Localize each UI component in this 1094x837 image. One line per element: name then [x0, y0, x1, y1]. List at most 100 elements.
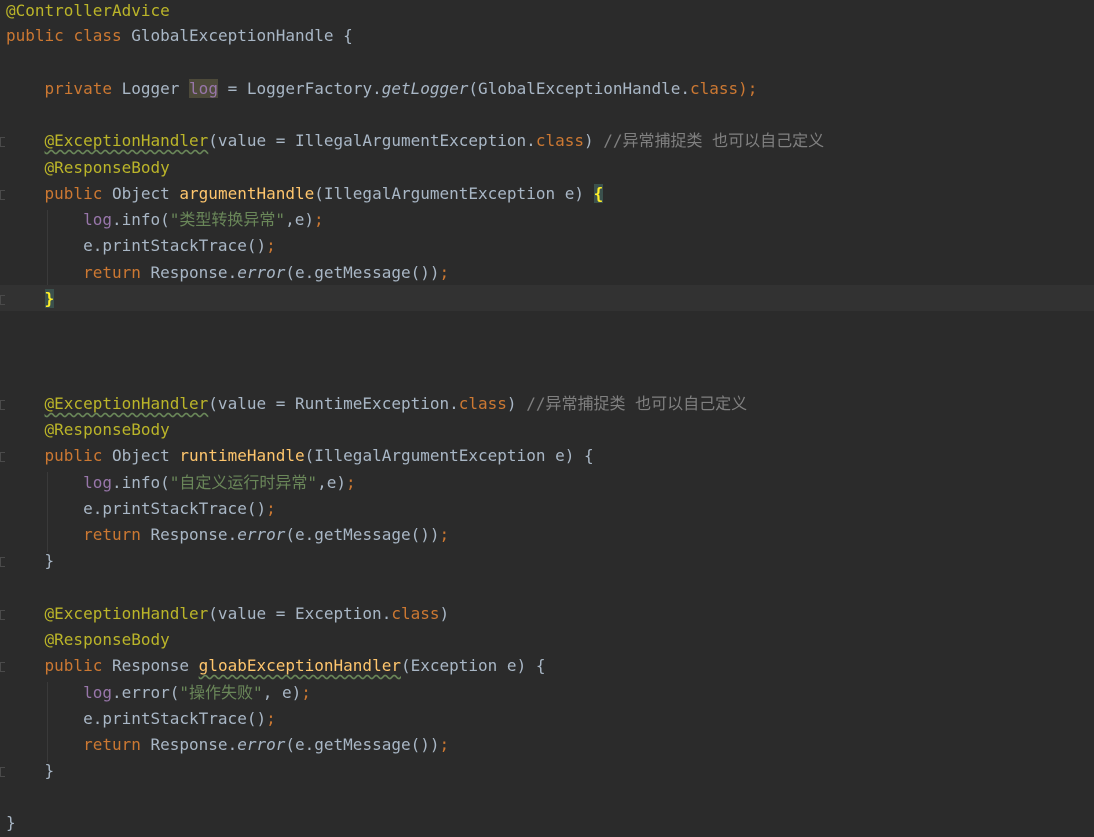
code-comment: //异常捕捉类 也可以自己定义 — [603, 131, 825, 150]
print-stack-call: e.printStackTrace — [83, 709, 247, 728]
code-line[interactable]: @ResponseBody — [6, 627, 170, 653]
response-class: Response. — [150, 263, 238, 282]
response-body-annotation: @ResponseBody — [44, 158, 170, 177]
fold-marker-icon[interactable] — [0, 137, 5, 147]
string-literal: "操作失败" — [179, 683, 263, 702]
code-line[interactable]: e.printStackTrace(); — [6, 233, 276, 259]
error-call: error — [237, 525, 286, 544]
method-arg: (GlobalExceptionHandle. — [468, 79, 690, 98]
error-arg: (e.getMessage()) — [285, 525, 440, 544]
exception-handler-annotation: @ExceptionHandler — [44, 604, 209, 623]
method-params: (IllegalArgumentException e) — [304, 446, 584, 465]
response-class: Response. — [150, 525, 238, 544]
code-line[interactable]: return Response.error(e.getMessage()); — [6, 260, 449, 286]
code-line[interactable]: } — [6, 286, 55, 312]
exception-handler-annotation: @ExceptionHandler — [44, 131, 209, 150]
print-stack-call: e.printStackTrace — [83, 236, 247, 255]
keyword-class: class — [391, 604, 440, 623]
code-editor[interactable]: @ControllerAdvice public class GlobalExc… — [0, 0, 1094, 837]
code-line[interactable]: e.printStackTrace(); — [6, 706, 276, 732]
fold-marker-icon[interactable] — [0, 610, 5, 620]
class-annotation: @ControllerAdvice — [6, 1, 170, 20]
response-class: Response. — [150, 735, 238, 754]
class-open-brace: { — [333, 26, 353, 45]
method-name: argumentHandle — [179, 184, 315, 203]
brace-close: } — [44, 761, 55, 780]
code-line[interactable]: } — [6, 758, 55, 784]
error-arg: (e.getMessage()) — [285, 735, 440, 754]
code-line[interactable]: e.printStackTrace(); — [6, 496, 276, 522]
code-line[interactable]: @ResponseBody — [6, 417, 170, 443]
code-line[interactable]: } — [6, 548, 55, 574]
annotation-args: (value = RuntimeException. — [208, 394, 459, 413]
error-call: error — [237, 263, 286, 282]
keyword-class: class — [535, 131, 584, 150]
keyword-public: public — [44, 446, 103, 465]
fold-marker-icon[interactable] — [0, 400, 5, 410]
log-args: ,e — [285, 210, 305, 229]
field-type: Logger — [121, 79, 180, 98]
fold-marker-icon[interactable] — [0, 190, 5, 200]
fold-marker-icon[interactable] — [0, 452, 5, 462]
brace-close: } — [44, 551, 55, 570]
print-stack-call: e.printStackTrace — [83, 499, 247, 518]
code-line[interactable]: @ExceptionHandler(value = RuntimeExcepti… — [6, 391, 748, 417]
response-body-annotation: @ResponseBody — [44, 630, 170, 649]
current-line-highlight — [0, 285, 1094, 311]
fold-marker-icon[interactable] — [0, 662, 5, 672]
return-type: Object — [111, 184, 170, 203]
keyword-class: class — [458, 394, 507, 413]
keyword-public: public — [44, 184, 103, 203]
keyword-return: return — [83, 525, 141, 544]
return-type: Object — [111, 446, 170, 465]
brace-open: { — [535, 656, 546, 675]
log-method: info — [121, 473, 161, 492]
method-params: (Exception e) — [400, 656, 536, 675]
method-call-getlogger: getLogger — [381, 79, 469, 98]
fold-marker-icon[interactable] — [0, 767, 5, 777]
statement-end: ); — [738, 79, 758, 98]
code-line[interactable]: @ExceptionHandler(value = Exception.clas… — [6, 601, 450, 627]
string-literal: "类型转换异常" — [169, 210, 286, 229]
log-args: , e — [262, 683, 292, 702]
keyword-return: return — [83, 263, 141, 282]
code-comment: //异常捕捉类 也可以自己定义 — [526, 394, 748, 413]
code-line[interactable]: public class GlobalExceptionHandle { — [6, 23, 353, 49]
keyword-class: class — [73, 26, 122, 45]
keyword-class: class — [689, 79, 739, 98]
code-line[interactable]: public Response gloabExceptionHandler(Ex… — [6, 653, 546, 679]
matched-brace-open: { — [593, 184, 604, 203]
matched-brace-close: } — [44, 289, 55, 308]
return-type: Response — [111, 656, 190, 675]
class-close-brace: } — [6, 813, 16, 832]
keyword-private: private — [44, 79, 112, 98]
method-params: (IllegalArgumentException e) — [314, 184, 594, 203]
annotation-args-end: ) — [439, 604, 450, 623]
fold-marker-icon[interactable] — [0, 295, 5, 305]
code-line[interactable]: log.info("类型转换异常",e); — [6, 207, 324, 233]
code-line[interactable]: log.info("自定义运行时异常",e); — [6, 470, 356, 496]
code-line[interactable]: @ControllerAdvice — [6, 0, 170, 24]
code-line[interactable]: @ResponseBody — [6, 155, 170, 181]
code-line[interactable]: public Object runtimeHandle(IllegalArgum… — [6, 443, 594, 469]
fold-marker-icon[interactable] — [0, 557, 5, 567]
brace-open: { — [584, 446, 594, 465]
log-method: error — [121, 683, 170, 702]
code-line[interactable]: return Response.error(e.getMessage()); — [6, 522, 449, 548]
code-line[interactable]: log.error("操作失败", e); — [6, 680, 311, 706]
code-line[interactable]: @ExceptionHandler(value = IllegalArgumen… — [6, 128, 825, 154]
method-name: gloabExceptionHandler — [198, 656, 401, 675]
code-line[interactable]: private Logger log = LoggerFactory.getLo… — [6, 76, 757, 102]
code-line[interactable]: return Response.error(e.getMessage()); — [6, 732, 449, 758]
log-args: ,e — [317, 473, 337, 492]
annotation-args-end: ) — [583, 131, 604, 150]
error-arg: (e.getMessage()) — [285, 263, 440, 282]
response-body-annotation: @ResponseBody — [44, 420, 170, 439]
code-line[interactable]: } — [6, 810, 16, 836]
exception-handler-annotation: @ExceptionHandler — [44, 394, 209, 413]
annotation-args: (value = Exception. — [208, 604, 392, 623]
keyword-return: return — [83, 735, 141, 754]
keyword-public: public — [44, 656, 103, 675]
string-literal: "自定义运行时异常" — [169, 473, 318, 492]
code-line[interactable]: public Object argumentHandle(IllegalArgu… — [6, 181, 604, 207]
